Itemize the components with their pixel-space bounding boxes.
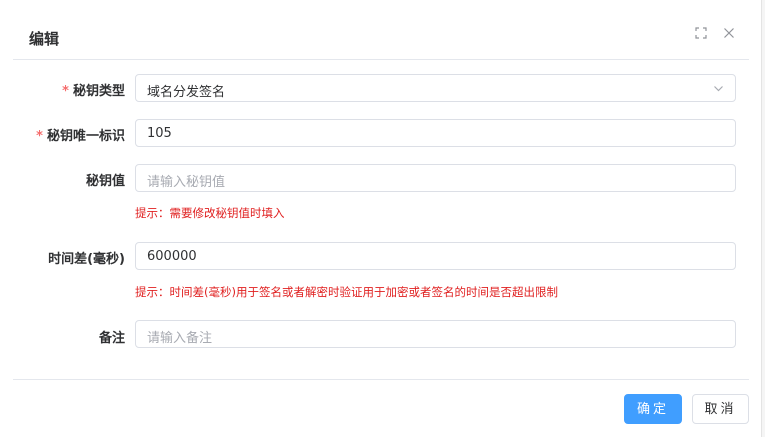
key-type-value: 域名分发签名 — [147, 85, 226, 100]
key-value-label: 秘钥值 — [85, 174, 125, 189]
required-mark: * — [62, 84, 69, 99]
key-id-value: 105 — [147, 126, 172, 141]
key-type-select[interactable]: 域名分发签名 — [135, 74, 736, 102]
required-mark: * — [36, 129, 43, 144]
dialog-title: 编辑 — [29, 30, 60, 48]
edit-dialog: 编辑 * 秘钥类型 域名分发签名 * 秘钥唯一标识 105 秘钥值 请输入秘钥值… — [0, 0, 762, 437]
cancel-button[interactable]: 取消 — [692, 394, 749, 424]
confirm-button[interactable]: 确定 — [624, 394, 682, 424]
fullscreen-icon[interactable] — [695, 27, 709, 41]
key-value-hint: 提示：需要修改秘钥值时填入 — [135, 206, 285, 220]
remark-input[interactable]: 请输入备注 — [135, 320, 736, 348]
time-diff-hint: 提示：时间差(毫秒)用于签名或者解密时验证用于加密或者签名的时间是否超出限制 — [135, 285, 558, 299]
key-type-label: * 秘钥类型 — [62, 84, 125, 99]
dialog-header: 编辑 — [0, 0, 761, 60]
time-diff-input[interactable]: 600000 — [135, 242, 736, 270]
key-id-label: * 秘钥唯一标识 — [36, 129, 125, 144]
key-value-placeholder: 请输入秘钥值 — [147, 175, 226, 190]
close-icon[interactable] — [723, 27, 737, 41]
footer-divider — [13, 379, 749, 380]
remark-label: 备注 — [98, 331, 125, 346]
time-diff-label: 时间差(毫秒) — [48, 252, 125, 267]
chevron-down-icon — [713, 83, 724, 98]
time-diff-value: 600000 — [147, 249, 197, 264]
key-value-input[interactable]: 请输入秘钥值 — [135, 164, 736, 192]
remark-placeholder: 请输入备注 — [147, 331, 213, 346]
key-id-input[interactable]: 105 — [135, 119, 736, 147]
header-divider — [13, 59, 749, 60]
